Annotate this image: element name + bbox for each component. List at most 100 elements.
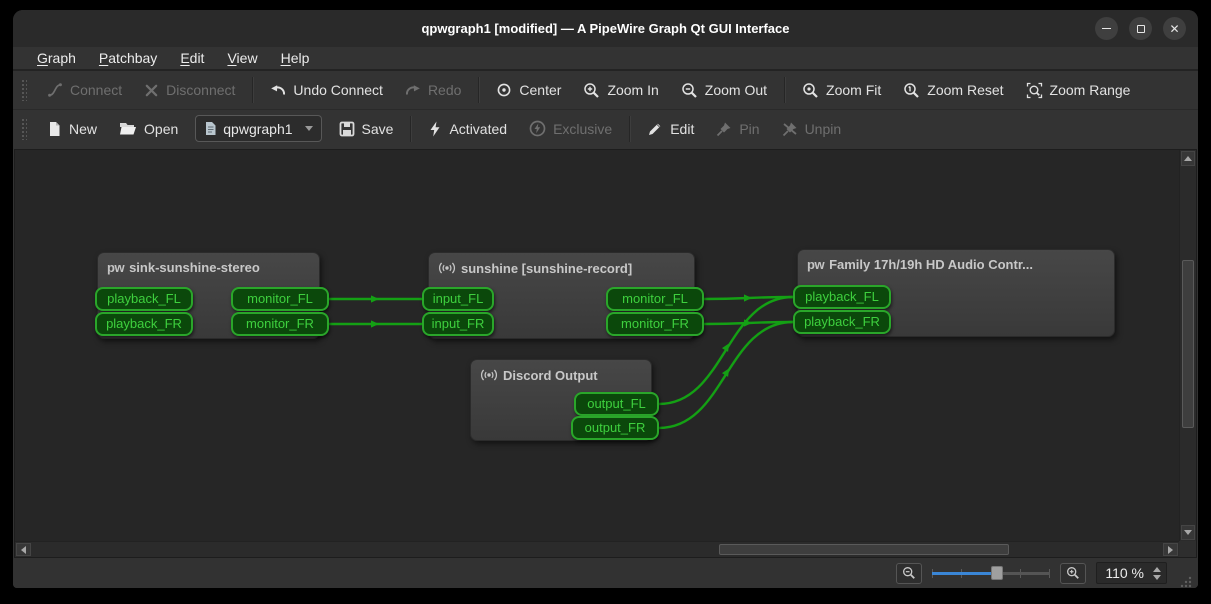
scroll-up-button[interactable] — [1181, 151, 1195, 166]
scrollbar-corner — [1179, 541, 1196, 557]
zoom-slider-handle[interactable] — [991, 566, 1003, 580]
toolbar-separator — [410, 116, 411, 142]
activated-bolt-icon — [428, 121, 442, 137]
port-sunshine-input-fr[interactable]: input_FR — [422, 312, 494, 336]
port-sink-playback-fl[interactable]: playback_FL — [95, 287, 193, 311]
center-button[interactable]: Center — [485, 75, 572, 105]
port-sunshine-monitor-fl[interactable]: monitor_FL — [606, 287, 704, 311]
redo-button[interactable]: Redo — [394, 75, 472, 105]
node-title: sink-sunshine-stereo — [129, 260, 260, 275]
port-discord-output-fl[interactable]: output_FL — [574, 392, 659, 416]
maximize-button[interactable] — [1129, 17, 1152, 40]
maximize-icon — [1137, 25, 1145, 33]
save-button[interactable]: Save — [328, 114, 405, 144]
toolbar-separator — [478, 77, 479, 103]
redo-icon — [405, 82, 421, 98]
disconnect-button[interactable]: Disconnect — [133, 75, 246, 105]
save-icon — [339, 121, 355, 137]
toolbar-separator — [629, 116, 630, 142]
vertical-scrollbar[interactable] — [1179, 150, 1196, 541]
zoom-in-small-button[interactable] — [1060, 563, 1086, 584]
menu-edit[interactable]: Edit — [180, 50, 204, 66]
exclusive-button[interactable]: Exclusive — [518, 114, 623, 144]
port-sink-playback-fr[interactable]: playback_FR — [95, 312, 193, 336]
toolbar-separator — [252, 77, 253, 103]
chevron-down-icon — [305, 126, 313, 131]
new-file-icon — [47, 121, 62, 137]
menu-help[interactable]: Help — [281, 50, 310, 66]
zoom-out-button[interactable]: Zoom Out — [670, 75, 778, 105]
close-icon: ✕ — [1169, 22, 1179, 36]
resize-grip[interactable] — [1179, 575, 1192, 588]
edit-pencil-icon — [647, 121, 663, 137]
port-sunshine-monitor-fr[interactable]: monitor_FR — [606, 312, 704, 336]
window-title: qpwgraph1 [modified] — A PipeWire Graph … — [421, 21, 789, 36]
undo-connect-button[interactable]: Undo Connect — [259, 75, 394, 105]
scroll-down-button[interactable] — [1181, 525, 1195, 540]
scroll-right-button[interactable] — [1163, 543, 1178, 556]
horizontal-scrollbar-thumb[interactable] — [719, 544, 1009, 555]
close-button[interactable]: ✕ — [1163, 17, 1186, 40]
zoom-slider[interactable] — [932, 565, 1050, 581]
zoom-value: 110 % — [1105, 565, 1144, 581]
zoom-reset-icon — [903, 82, 920, 99]
vertical-scrollbar-thumb[interactable] — [1182, 260, 1194, 428]
unpin-button[interactable]: Unpin — [771, 114, 853, 144]
wire-arrow-icon — [371, 295, 379, 302]
wire-arrow-icon — [371, 320, 379, 327]
spin-down-icon[interactable] — [1153, 575, 1161, 580]
zoom-fit-button[interactable]: Zoom Fit — [791, 75, 892, 105]
graph-canvas[interactable]: pw sink-sunshine-stereo playback_FL play… — [15, 150, 1179, 541]
horizontal-scrollbar[interactable] — [15, 541, 1179, 557]
unpin-icon — [782, 121, 798, 137]
zoom-range-icon — [1026, 82, 1043, 99]
zoom-in-icon — [1066, 566, 1080, 580]
zoom-range-button[interactable]: Zoom Range — [1015, 75, 1142, 105]
patchbay-combobox[interactable]: qpwgraph1 — [195, 115, 321, 142]
window-controls: ✕ — [1095, 17, 1186, 40]
disconnect-icon — [144, 83, 159, 98]
zoom-out-icon — [902, 566, 916, 580]
new-button[interactable]: New — [36, 114, 108, 144]
scroll-left-button[interactable] — [16, 543, 31, 556]
scroll-left-icon — [21, 546, 26, 554]
activated-button[interactable]: Activated — [417, 114, 518, 144]
wires-layer — [15, 150, 1179, 541]
port-sunshine-input-fl[interactable]: input_FL — [422, 287, 494, 311]
port-family-playback-fl[interactable]: playback_FL — [793, 285, 891, 309]
pipewire-icon: pw — [807, 257, 824, 272]
exclusive-bolt-icon — [529, 120, 546, 137]
node-title: Family 17h/19h HD Audio Contr... — [829, 257, 1033, 272]
undo-icon — [270, 82, 286, 98]
zoom-out-icon — [681, 82, 698, 99]
edit-button[interactable]: Edit — [636, 114, 705, 144]
pin-icon — [716, 121, 732, 137]
toolbar-grip[interactable] — [21, 118, 27, 140]
title-bar: qpwgraph1 [modified] — A PipeWire Graph … — [13, 10, 1198, 47]
port-family-playback-fr[interactable]: playback_FR — [793, 310, 891, 334]
port-sink-monitor-fl[interactable]: monitor_FL — [231, 287, 329, 311]
menu-view[interactable]: View — [227, 50, 257, 66]
menu-graph[interactable]: Graph — [37, 50, 76, 66]
toolbar-grip[interactable] — [21, 79, 27, 101]
node-title: Discord Output — [503, 368, 598, 383]
wire-arrow-icon — [744, 294, 752, 301]
menu-bar: Graph Patchbay Edit View Help — [13, 47, 1198, 71]
patchbay-file-icon — [204, 121, 217, 136]
spin-up-icon[interactable] — [1153, 567, 1161, 572]
scroll-down-icon — [1184, 530, 1192, 535]
connect-button[interactable]: Connect — [36, 75, 133, 105]
open-button[interactable]: Open — [108, 114, 189, 144]
port-sink-monitor-fr[interactable]: monitor_FR — [231, 312, 329, 336]
minimize-button[interactable] — [1095, 17, 1118, 40]
menu-patchbay[interactable]: Patchbay — [99, 50, 157, 66]
pin-button[interactable]: Pin — [705, 114, 770, 144]
port-discord-output-fr[interactable]: output_FR — [571, 416, 659, 440]
connect-icon — [47, 82, 63, 98]
open-folder-icon — [119, 121, 137, 136]
zoom-out-small-button[interactable] — [896, 563, 922, 584]
zoom-spinbox[interactable]: 110 % — [1096, 562, 1167, 584]
zoom-reset-button[interactable]: Zoom Reset — [892, 75, 1014, 105]
audio-node-icon — [438, 260, 456, 276]
zoom-in-button[interactable]: Zoom In — [572, 75, 669, 105]
